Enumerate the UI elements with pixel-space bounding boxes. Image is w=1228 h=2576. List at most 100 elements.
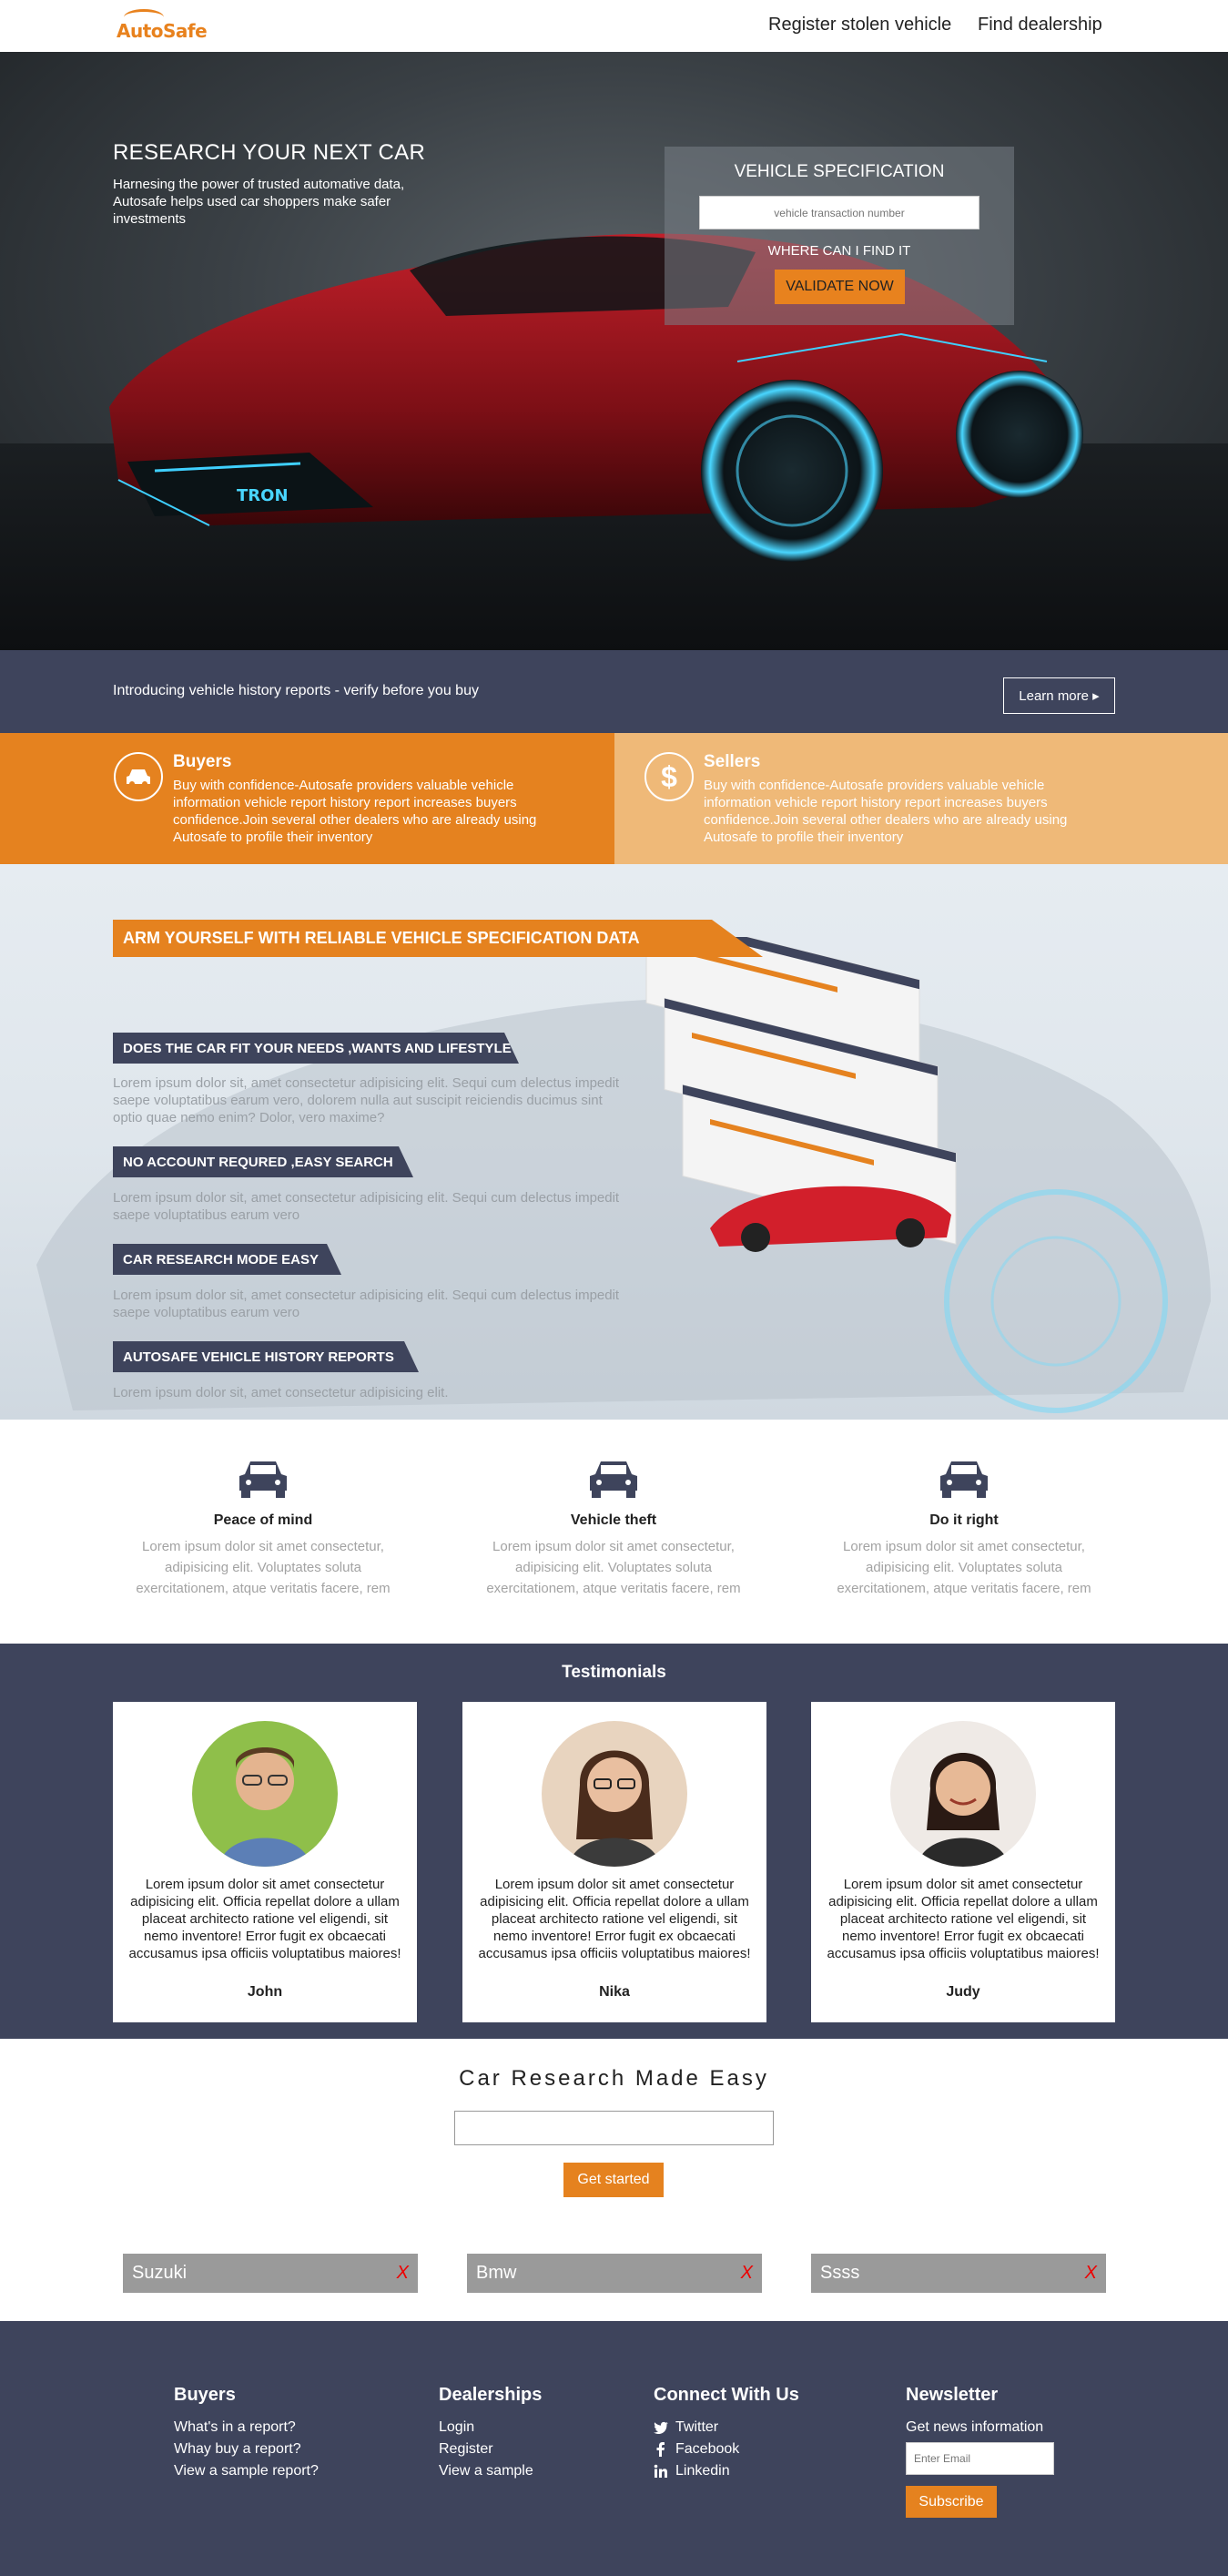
testimonial-name: Nika — [599, 1984, 630, 2000]
footer-buyers-column: Buyers What's in a report? Whay buy a re… — [174, 2385, 319, 2482]
feature-title: Vehicle theft — [570, 1512, 657, 1528]
footer-column-title: Newsletter — [906, 2385, 999, 2405]
footer-connect-column: Connect With Us Twitter Facebook Linkedi… — [654, 2385, 799, 2482]
footer-link-linkedin[interactable]: Linkedin — [654, 2460, 799, 2482]
facebook-icon — [656, 2442, 665, 2457]
research-search-input[interactable] — [454, 2111, 774, 2145]
footer-link-facebook[interactable]: Facebook — [654, 2439, 799, 2460]
testimonial-card: Lorem ipsum dolor sit amet consectetur a… — [811, 1702, 1115, 2022]
footer-link-view-sample-report[interactable]: View a sample report? — [174, 2460, 319, 2482]
filter-chip-suzuki: Suzuki X — [123, 2254, 418, 2293]
testimonial-name: Judy — [946, 1984, 980, 2000]
footer-link-whats-in-report[interactable]: What's in a report? — [174, 2417, 319, 2439]
footer-column-title: Dealerships — [439, 2385, 543, 2405]
feature-peace-of-mind: Peace of mind Lorem ipsum dolor sit amet… — [117, 1456, 409, 1599]
feature-text: Lorem ipsum dolor sit amet consectetur, … — [486, 1539, 741, 1596]
learn-more-label: Learn more — [1019, 688, 1089, 704]
features-section: Peace of mind Lorem ipsum dolor sit amet… — [0, 1420, 1228, 1644]
vehicle-transaction-number-input[interactable] — [699, 196, 979, 229]
subscribe-button[interactable]: Subscribe — [906, 2486, 997, 2518]
newsletter-label: Get news information — [906, 2419, 1044, 2435]
testimonial-quote: Lorem ipsum dolor sit amet consectetur a… — [128, 1877, 401, 1961]
arm-tag-research-easy: CAR RESEARCH MODE EASY — [113, 1244, 341, 1275]
newsletter-email-input[interactable] — [906, 2442, 1054, 2475]
vehicle-specification-box: VEHICLE SPECIFICATION WHERE CAN I FIND I… — [665, 147, 1014, 325]
twitter-icon — [654, 2421, 668, 2434]
top-navbar: AutoSafe Register stolen vehicle Find de… — [0, 0, 1228, 52]
social-label: Linkedin — [675, 2463, 730, 2479]
sellers-text: Buy with confidence-Autosafe providers v… — [704, 778, 1068, 845]
avatar — [542, 1721, 687, 1867]
arm-yourself-section: ARM YOURSELF WITH RELIABLE VEHICLE SPECI… — [0, 864, 1228, 1420]
feature-text: Lorem ipsum dolor sit amet consectetur, … — [837, 1539, 1091, 1596]
car-icon — [114, 752, 163, 801]
car-icon — [937, 1456, 991, 1500]
arm-text-research-easy: Lorem ipsum dolor sit, amet consectetur … — [113, 1288, 620, 1320]
chip-remove-button[interactable]: X — [741, 2263, 753, 2284]
linkedin-icon — [654, 2464, 667, 2478]
footer-newsletter-column: Newsletter Get news information Subscrib… — [906, 2385, 1054, 2518]
research-title: Car Research Made Easy — [459, 2066, 769, 2091]
autosafe-logo[interactable]: AutoSafe — [117, 5, 208, 44]
buyers-text: Buy with confidence-Autosafe providers v… — [173, 778, 537, 845]
nav-register-stolen-vehicle[interactable]: Register stolen vehicle — [768, 15, 951, 36]
chip-remove-button[interactable]: X — [397, 2263, 409, 2284]
testimonial-quote: Lorem ipsum dolor sit amet consectetur a… — [478, 1877, 751, 1961]
car-icon — [236, 1456, 290, 1500]
testimonials-title: Testimonials — [562, 1663, 666, 1682]
footer: Buyers What's in a report? Whay buy a re… — [0, 2321, 1228, 2576]
feature-title: Peace of mind — [213, 1512, 313, 1528]
logo-text: AutoSafe — [117, 20, 208, 42]
chip-remove-button[interactable]: X — [1085, 2263, 1097, 2284]
testimonial-card: Lorem ipsum dolor sit amet consectetur a… — [462, 1702, 766, 2022]
sellers-title: Sellers — [704, 752, 761, 771]
testimonials-section: Testimonials Lorem ipsum dolor sit amet … — [0, 1644, 1228, 2039]
arm-text-fit-needs: Lorem ipsum dolor sit, amet consectetur … — [113, 1075, 620, 1125]
footer-link-register[interactable]: Register — [439, 2439, 542, 2460]
arm-text-no-account: Lorem ipsum dolor sit, amet consectetur … — [113, 1190, 620, 1223]
license-plate: TRON — [237, 486, 289, 505]
footer-link-login[interactable]: Login — [439, 2417, 542, 2439]
footer-link-twitter[interactable]: Twitter — [654, 2417, 799, 2439]
sellers-panel: $ Sellers Buy with confidence-Autosafe p… — [614, 733, 1228, 864]
intro-text: Introducing vehicle history reports - ve… — [113, 683, 479, 698]
report-documents-image — [645, 937, 957, 1252]
arm-tag-fit-needs: DOES THE CAR FIT YOUR NEEDS ,WANTS AND L… — [113, 1033, 519, 1064]
footer-link-why-buy-report[interactable]: Whay buy a report? — [174, 2439, 319, 2460]
testimonial-quote: Lorem ipsum dolor sit amet consectetur a… — [827, 1877, 1100, 1961]
where-can-i-find-it-link[interactable]: WHERE CAN I FIND IT — [665, 243, 1014, 259]
social-label: Facebook — [675, 2441, 740, 2457]
buyers-title: Buyers — [173, 752, 232, 771]
social-label: Twitter — [675, 2419, 719, 2435]
feature-do-it-right: Do it right Lorem ipsum dolor sit amet c… — [818, 1456, 1110, 1599]
learn-more-button[interactable]: Learn more ▸ — [1003, 677, 1115, 714]
hero-subtitle: Harnesing the power of trusted automativ… — [113, 177, 405, 227]
chip-label: Ssss — [820, 2263, 860, 2283]
dollar-icon: $ — [644, 752, 694, 801]
car-icon — [586, 1456, 641, 1500]
chip-label: Bmw — [476, 2263, 517, 2283]
feature-title: Do it right — [929, 1512, 999, 1528]
hero-title: RESEARCH YOUR NEXT CAR — [113, 140, 426, 165]
footer-column-title: Buyers — [174, 2385, 236, 2405]
feature-vehicle-theft: Vehicle theft Lorem ipsum dolor sit amet… — [468, 1456, 759, 1599]
avatar — [890, 1721, 1036, 1867]
arm-tag-history-reports: AUTOSAFE VEHICLE HISTORY REPORTS — [113, 1341, 419, 1372]
validate-now-button[interactable]: VALIDATE NOW — [775, 270, 905, 304]
testimonial-card: Lorem ipsum dolor sit amet consectetur a… — [113, 1702, 417, 2022]
footer-link-view-sample[interactable]: View a sample — [439, 2460, 542, 2482]
footer-column-title: Connect With Us — [654, 2385, 799, 2405]
feature-text: Lorem ipsum dolor sit amet consectetur, … — [136, 1539, 391, 1596]
testimonial-name: John — [247, 1984, 283, 2000]
get-started-button[interactable]: Get started — [563, 2163, 664, 2197]
arm-banner: ARM YOURSELF WITH RELIABLE VEHICLE SPECI… — [113, 920, 763, 957]
filter-chip-ssss: Ssss X — [811, 2254, 1106, 2293]
avatar — [192, 1721, 338, 1867]
caret-right-icon: ▸ — [1092, 688, 1100, 704]
footer-dealerships-column: Dealerships Login Register View a sample — [439, 2385, 542, 2482]
arm-text-history-reports: Lorem ipsum dolor sit, amet consectetur … — [113, 1385, 449, 1400]
nav-find-dealership[interactable]: Find dealership — [978, 15, 1102, 36]
hero-section: TRON RESEARCH YOUR NEXT CAR Harnesing th… — [0, 52, 1228, 650]
arm-tag-no-account: NO ACCOUNT REQURED ,EASY SEARCH — [113, 1146, 413, 1177]
chip-label: Suzuki — [132, 2263, 188, 2283]
